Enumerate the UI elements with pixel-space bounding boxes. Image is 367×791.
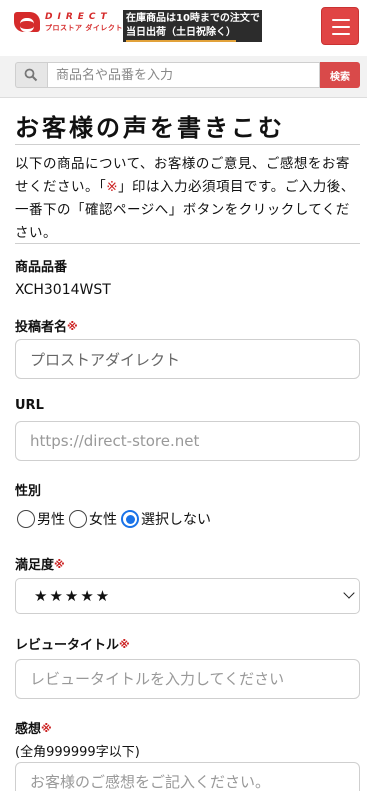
- hamburger-icon: [332, 19, 350, 21]
- logo-mark-icon: [14, 12, 40, 32]
- impression-label: 感想※: [15, 718, 140, 737]
- review-title-input[interactable]: [15, 659, 360, 699]
- poster-name-label: 投稿者名※: [15, 316, 78, 335]
- radio-female[interactable]: [69, 510, 87, 528]
- search-button[interactable]: 検索: [320, 62, 360, 88]
- chevron-down-icon: [343, 587, 355, 599]
- satisfaction-label: 満足度※: [15, 554, 65, 573]
- intro-text: 以下の商品について、お客様のご意見、ご感想をお寄せください。「※」印は入力必須項…: [15, 145, 360, 244]
- poster-name-label-text: 投稿者名: [15, 320, 68, 335]
- poster-name-input[interactable]: [15, 339, 360, 379]
- product-code-label: 商品品番: [15, 260, 68, 275]
- gender-option-label: 選択しない: [141, 512, 211, 528]
- site-header: DIRECT プロストア ダイレクト 在庫商品は10時までの注文で 当日出荷（土…: [0, 0, 367, 56]
- satisfaction-label-text: 満足度: [15, 558, 55, 573]
- url-group: URL: [15, 398, 44, 413]
- search-icon: [15, 62, 47, 88]
- gender-group: 性別 男性 女性 選択しない: [15, 480, 215, 531]
- satisfaction-value: ★★★★★: [34, 587, 112, 605]
- required-mark: ※: [67, 320, 78, 333]
- poster-name-group: 投稿者名※: [15, 316, 78, 335]
- review-title-group: レビュータイトル※: [15, 634, 130, 653]
- hamburger-icon-bar: [332, 33, 350, 35]
- required-mark: ※: [54, 558, 65, 571]
- impression-group: 感想※ (全角999999字以下): [15, 718, 140, 760]
- logo-subtitle: プロストア ダイレクト: [45, 24, 123, 32]
- radio-none-selected[interactable]: [121, 510, 139, 528]
- logo-word: DIRECT: [45, 12, 112, 22]
- radio-male[interactable]: [17, 510, 35, 528]
- hamburger-icon-bar: [332, 26, 350, 28]
- gender-radio-group: 男性 女性 選択しない: [17, 507, 215, 531]
- site-logo[interactable]: DIRECT プロストア ダイレクト: [14, 12, 122, 34]
- banner-line-2: 当日出荷（土日祝除く）: [126, 26, 236, 42]
- satisfaction-select[interactable]: ★★★★★: [15, 578, 360, 614]
- shipping-banner[interactable]: 在庫商品は10時までの注文で 当日出荷（土日祝除く）: [123, 10, 262, 42]
- review-form: お客様の声を書きこむ 以下の商品について、お客様のご意見、ご感想をお寄せください…: [15, 98, 360, 791]
- impression-label-text: 感想: [15, 722, 42, 737]
- gender-option-female[interactable]: 女性: [69, 509, 117, 529]
- gender-option-male[interactable]: 男性: [17, 509, 65, 529]
- gender-option-label: 男性: [37, 512, 65, 528]
- search-input[interactable]: [47, 62, 320, 88]
- required-mark: ※: [106, 179, 119, 195]
- search-bar: 検索: [0, 56, 367, 98]
- gender-label: 性別: [15, 484, 42, 499]
- banner-line-1: 在庫商品は10時までの注文で: [126, 13, 260, 24]
- product-code-group: 商品品番 XCH3014WST: [15, 256, 111, 298]
- satisfaction-group: 満足度※: [15, 554, 65, 573]
- url-input[interactable]: [15, 421, 360, 461]
- gender-option-none[interactable]: 選択しない: [121, 509, 211, 529]
- product-code-value: XCH3014WST: [15, 282, 111, 298]
- url-label: URL: [15, 398, 44, 413]
- impression-length-note: (全角999999字以下): [15, 745, 140, 760]
- review-title-label: レビュータイトル※: [15, 634, 130, 653]
- gender-option-label: 女性: [89, 512, 117, 528]
- impression-textarea[interactable]: [15, 762, 360, 791]
- page-title: お客様の声を書きこむ: [15, 98, 360, 145]
- menu-button[interactable]: [321, 7, 359, 45]
- required-mark: ※: [41, 722, 52, 735]
- review-title-label-text: レビュータイトル: [15, 638, 120, 653]
- required-mark: ※: [119, 638, 130, 651]
